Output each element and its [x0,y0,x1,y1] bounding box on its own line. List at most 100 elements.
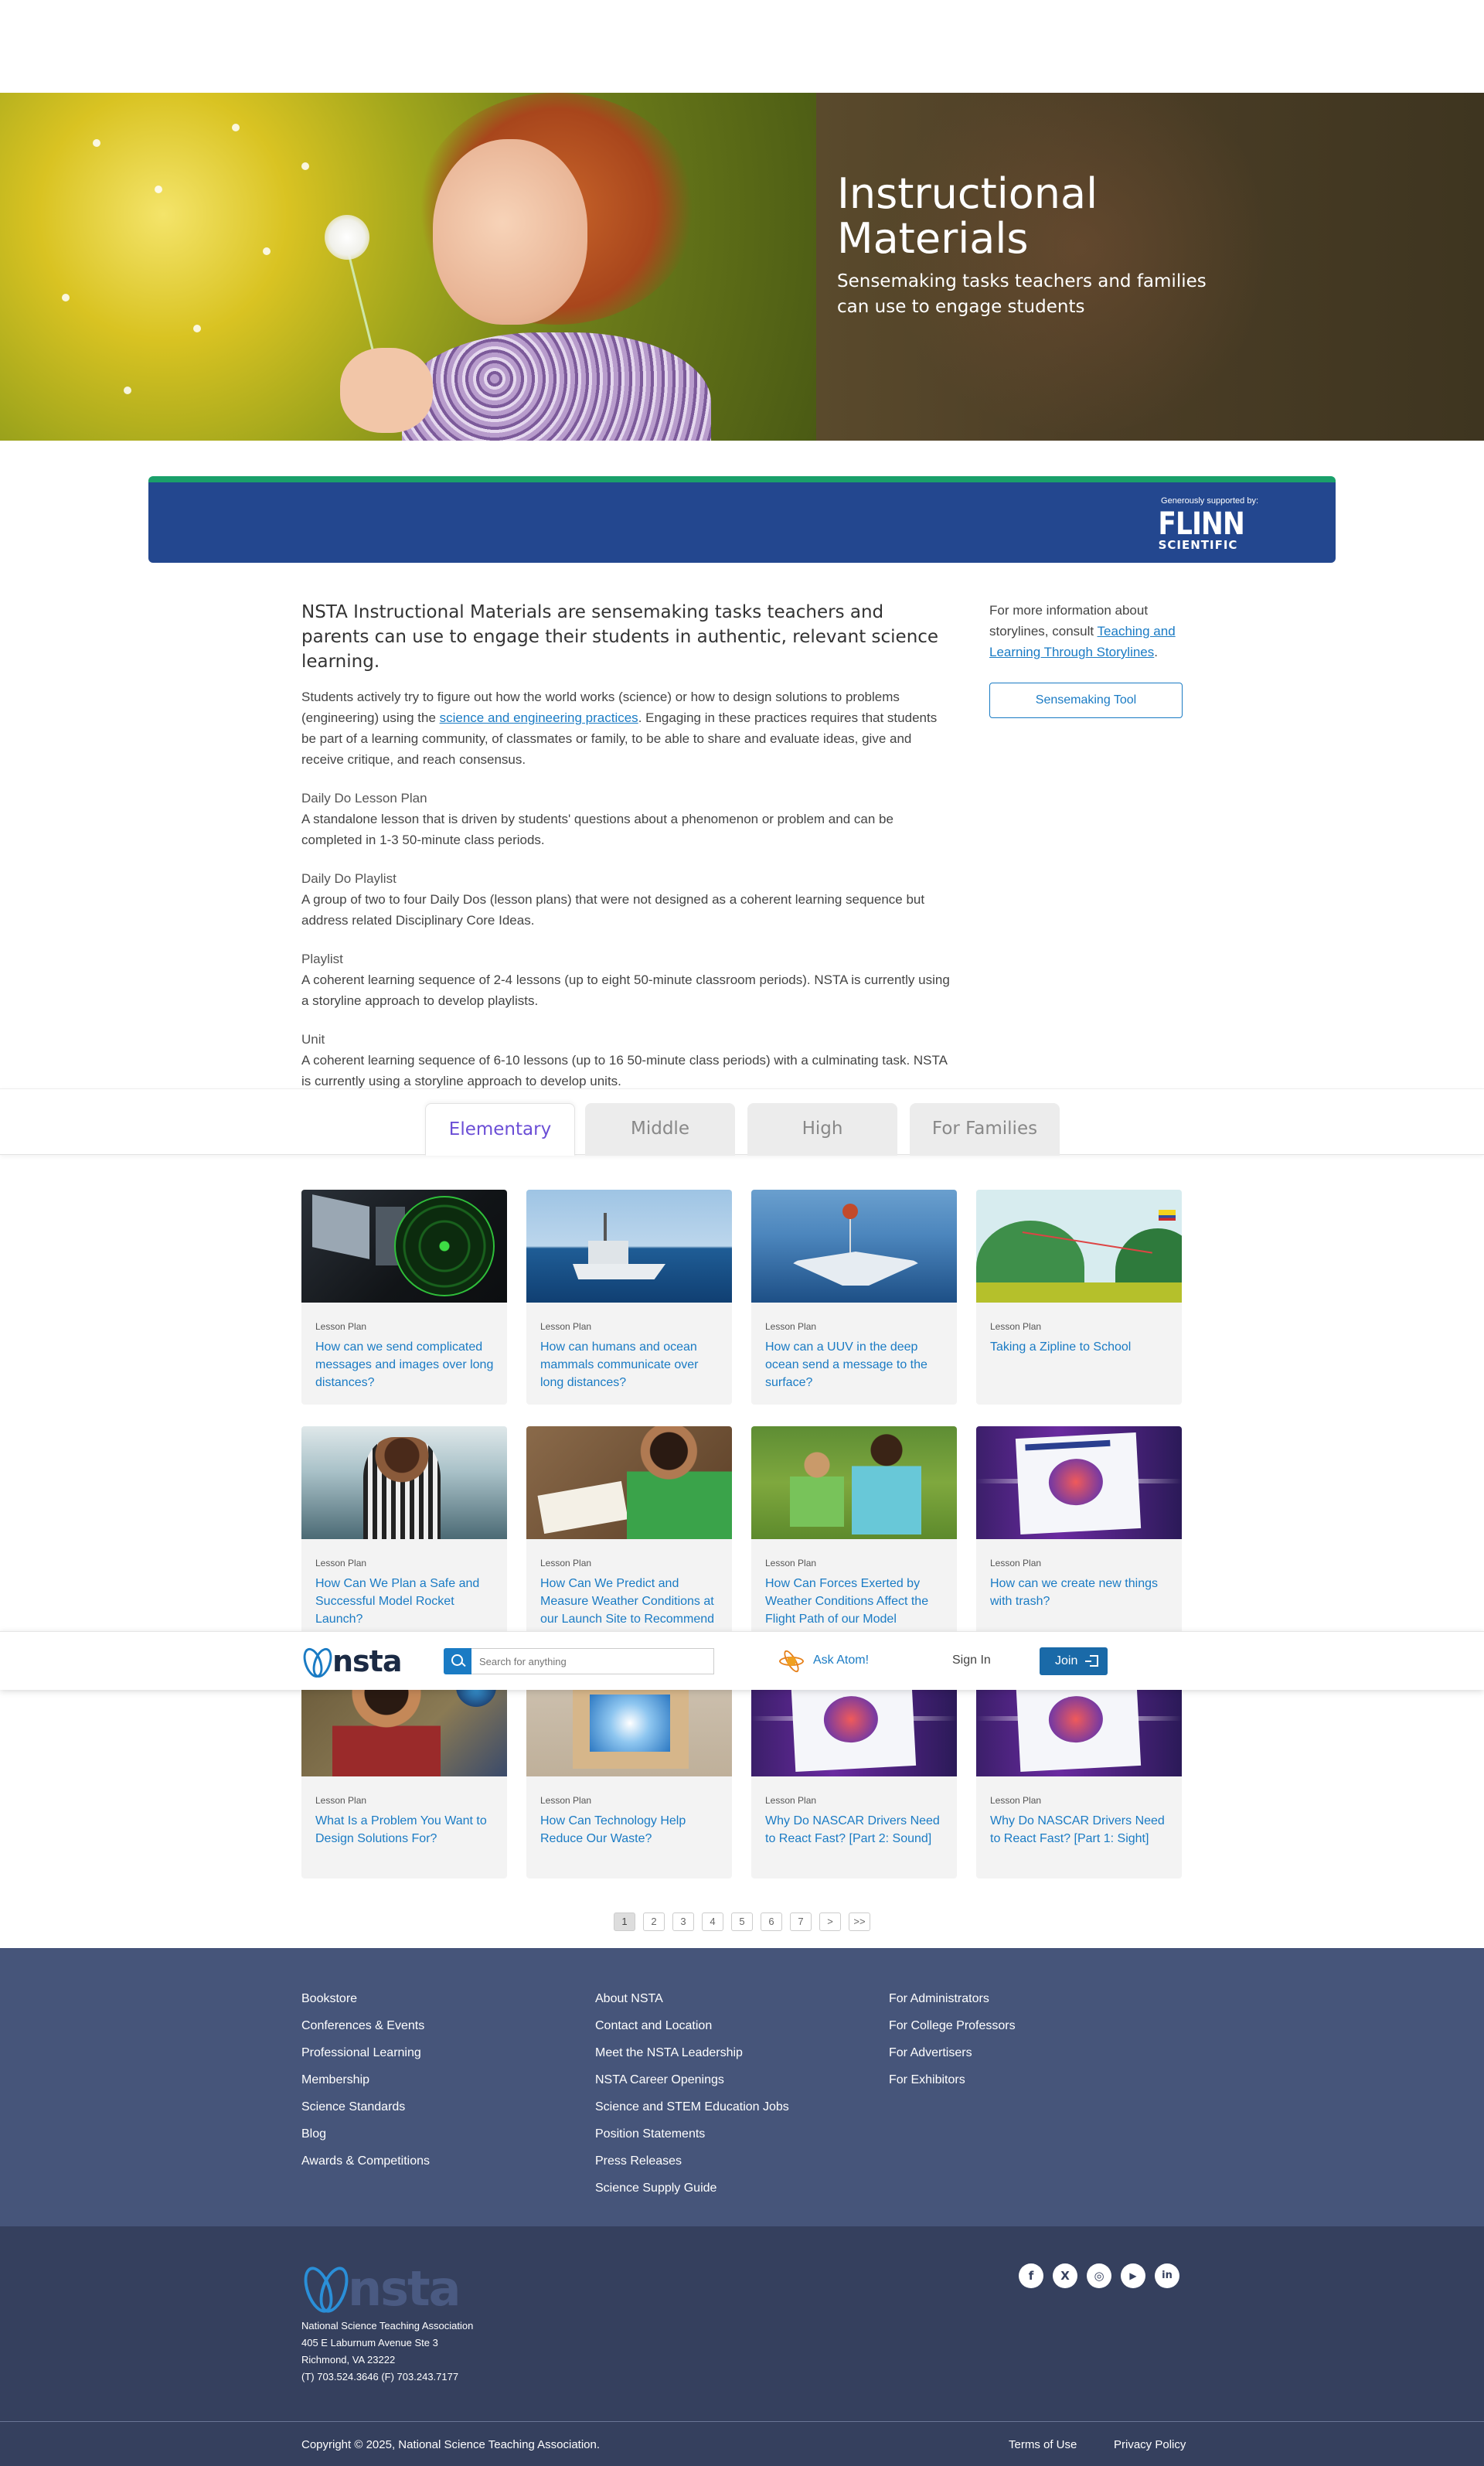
definition-desc: A standalone lesson that is driven by st… [301,812,893,847]
card-type: Lesson Plan [315,1795,367,1806]
card-title-link[interactable]: Taking a Zipline to School [990,1338,1169,1356]
tab-middle[interactable]: Middle [585,1103,735,1156]
join-button[interactable]: Join [1040,1647,1108,1675]
footer-column-1: Bookstore Conferences & Events Professio… [301,1985,430,2175]
card-type: Lesson Plan [540,1558,592,1568]
card-thumbnail [526,1190,732,1303]
lesson-card[interactable]: Lesson Plan Why Do NASCAR Drivers Need t… [976,1664,1182,1878]
nsta-logo[interactable]: nsta [301,1644,402,1678]
card-type: Lesson Plan [990,1321,1042,1332]
footer-bottom: nsta National Science Teaching Associati… [0,2226,1484,2466]
intro-paragraph: Students actively try to figure out how … [301,686,951,770]
footer-link[interactable]: Contact and Location [595,2012,789,2039]
page-button[interactable]: 7 [790,1913,812,1931]
lesson-card[interactable]: Lesson Plan How can we send complicated … [301,1190,507,1405]
card-title-link[interactable]: How Can We Plan a Safe and Successful Mo… [315,1575,495,1628]
address-line: (T) 703.524.3646 (F) 703.243.7177 [301,2371,459,2383]
definition-term: Daily Do Lesson Plan [301,791,427,806]
footer-link[interactable]: Awards & Competitions [301,2148,430,2175]
footer-link[interactable]: For Administrators [889,1985,1016,2012]
page-button[interactable]: 2 [643,1913,665,1931]
footer-link[interactable]: Position Statements [595,2120,789,2148]
footer-link[interactable]: Professional Learning [301,2039,430,2066]
lesson-card[interactable]: Lesson Plan How Can Technology Help Redu… [526,1664,732,1878]
page-button[interactable]: 5 [731,1913,753,1931]
footer-link[interactable]: Science Standards [301,2093,430,2120]
next-page-button[interactable]: > [819,1913,841,1931]
lesson-card[interactable]: Lesson Plan How Can We Predict and Measu… [526,1426,732,1641]
flinn-scientific-logo[interactable]: FLINN SCIENTIFIC [1152,509,1244,552]
lesson-card[interactable]: Lesson Plan How can we create new things… [976,1426,1182,1641]
lesson-card[interactable]: Lesson Plan How can a UUV in the deep oc… [751,1190,957,1405]
footer-logo-text: nsta [348,2260,461,2317]
footer-link[interactable]: Membership [301,2066,430,2093]
footer-link[interactable]: For College Professors [889,2012,1016,2039]
card-title-link[interactable]: Why Do NASCAR Drivers Need to React Fast… [990,1812,1169,1848]
privacy-policy-link[interactable]: Privacy Policy [1114,2438,1186,2451]
sign-in-link[interactable]: Sign In [952,1654,991,1667]
lesson-card[interactable]: Lesson Plan How Can Forces Exerted by We… [751,1426,957,1641]
page-button[interactable]: 6 [761,1913,782,1931]
science-engineering-practices-link[interactable]: science and engineering practices [440,710,638,725]
card-title-link[interactable]: How can we create new things with trash? [990,1575,1169,1610]
page-button[interactable]: 4 [702,1913,723,1931]
linkedin-icon[interactable]: in [1155,2263,1179,2288]
footer-link[interactable]: Bookstore [301,1985,430,2012]
tab-elementary[interactable]: Elementary [425,1103,575,1156]
card-title-link[interactable]: Why Do NASCAR Drivers Need to React Fast… [765,1812,945,1848]
hero-subtitle: Sensemaking tasks teachers and families … [837,271,1207,317]
page-button[interactable]: 3 [672,1913,694,1931]
footer-link[interactable]: Meet the NSTA Leadership [595,2039,789,2066]
social-links: f X ◎ ▶ in [1019,2263,1179,2288]
search-icon[interactable] [444,1648,471,1674]
lesson-card[interactable]: Lesson Plan What Is a Problem You Want t… [301,1664,507,1878]
page-button[interactable]: 1 [614,1913,635,1931]
tab-high[interactable]: High [747,1103,897,1156]
terms-of-use-link[interactable]: Terms of Use [1009,2438,1077,2451]
lesson-card[interactable]: Lesson Plan Why Do NASCAR Drivers Need t… [751,1664,957,1878]
footer-link[interactable]: Science Supply Guide [595,2175,789,2202]
card-title-link[interactable]: How Can Technology Help Reduce Our Waste… [540,1812,720,1848]
intro-lead: NSTA Instructional Materials are sensema… [301,602,939,672]
flinn-logo-word: FLINN [1158,506,1244,542]
last-page-button[interactable]: >> [849,1913,870,1931]
facebook-icon[interactable]: f [1019,2263,1043,2288]
card-title-link[interactable]: How can we send complicated messages and… [315,1338,495,1391]
youtube-icon[interactable]: ▶ [1121,2263,1145,2288]
definition-term: Unit [301,1032,325,1047]
lesson-card[interactable]: Lesson Plan How can humans and ocean mam… [526,1190,732,1405]
footer-address: National Science Teaching Association 40… [301,2318,473,2386]
card-type: Lesson Plan [765,1321,817,1332]
ask-atom-link[interactable]: Ask Atom! [813,1654,869,1667]
card-title-link[interactable]: How can humans and ocean mammals communi… [540,1338,720,1391]
footer-link[interactable]: NSTA Career Openings [595,2066,789,2093]
card-type: Lesson Plan [765,1558,817,1568]
hero-photo-girl-with-dandelion [0,93,816,441]
sensemaking-tool-button[interactable]: Sensemaking Tool [989,683,1183,718]
atom-icon[interactable] [779,1648,804,1674]
footer-link[interactable]: Conferences & Events [301,2012,430,2039]
card-thumbnail [301,1426,507,1539]
pagination: 1 2 3 4 5 6 7 > >> [614,1913,870,1931]
lesson-card[interactable]: Lesson Plan How Can We Plan a Safe and S… [301,1426,507,1641]
footer-link[interactable]: Blog [301,2120,430,2148]
instagram-icon[interactable]: ◎ [1087,2263,1111,2288]
lesson-card[interactable]: Lesson Plan Taking a Zipline to School [976,1190,1182,1405]
x-icon[interactable]: X [1053,2263,1077,2288]
tab-for-families[interactable]: For Families [910,1103,1060,1156]
card-thumbnail [751,1190,957,1303]
footer-nsta-logo[interactable]: nsta [301,2260,461,2317]
sponsor-label: Generously supported by: [1161,496,1258,506]
card-title-link[interactable]: What Is a Problem You Want to Design Sol… [315,1812,495,1848]
sticky-header: nsta Ask Atom! Sign In Join [0,1631,1484,1690]
footer-link[interactable]: Science and STEM Education Jobs [595,2093,789,2120]
page-title: Instructional Materials [837,169,1098,263]
definition-term: Playlist [301,952,343,966]
footer-link[interactable]: Press Releases [595,2148,789,2175]
footer-link[interactable]: About NSTA [595,1985,789,2012]
footer-link[interactable]: For Exhibitors [889,2066,1016,2093]
card-title-link[interactable]: How can a UUV in the deep ocean send a m… [765,1338,945,1391]
definition-desc: A coherent learning sequence of 2-4 less… [301,972,950,1008]
search-input[interactable] [471,1648,714,1674]
footer-link[interactable]: For Advertisers [889,2039,1016,2066]
